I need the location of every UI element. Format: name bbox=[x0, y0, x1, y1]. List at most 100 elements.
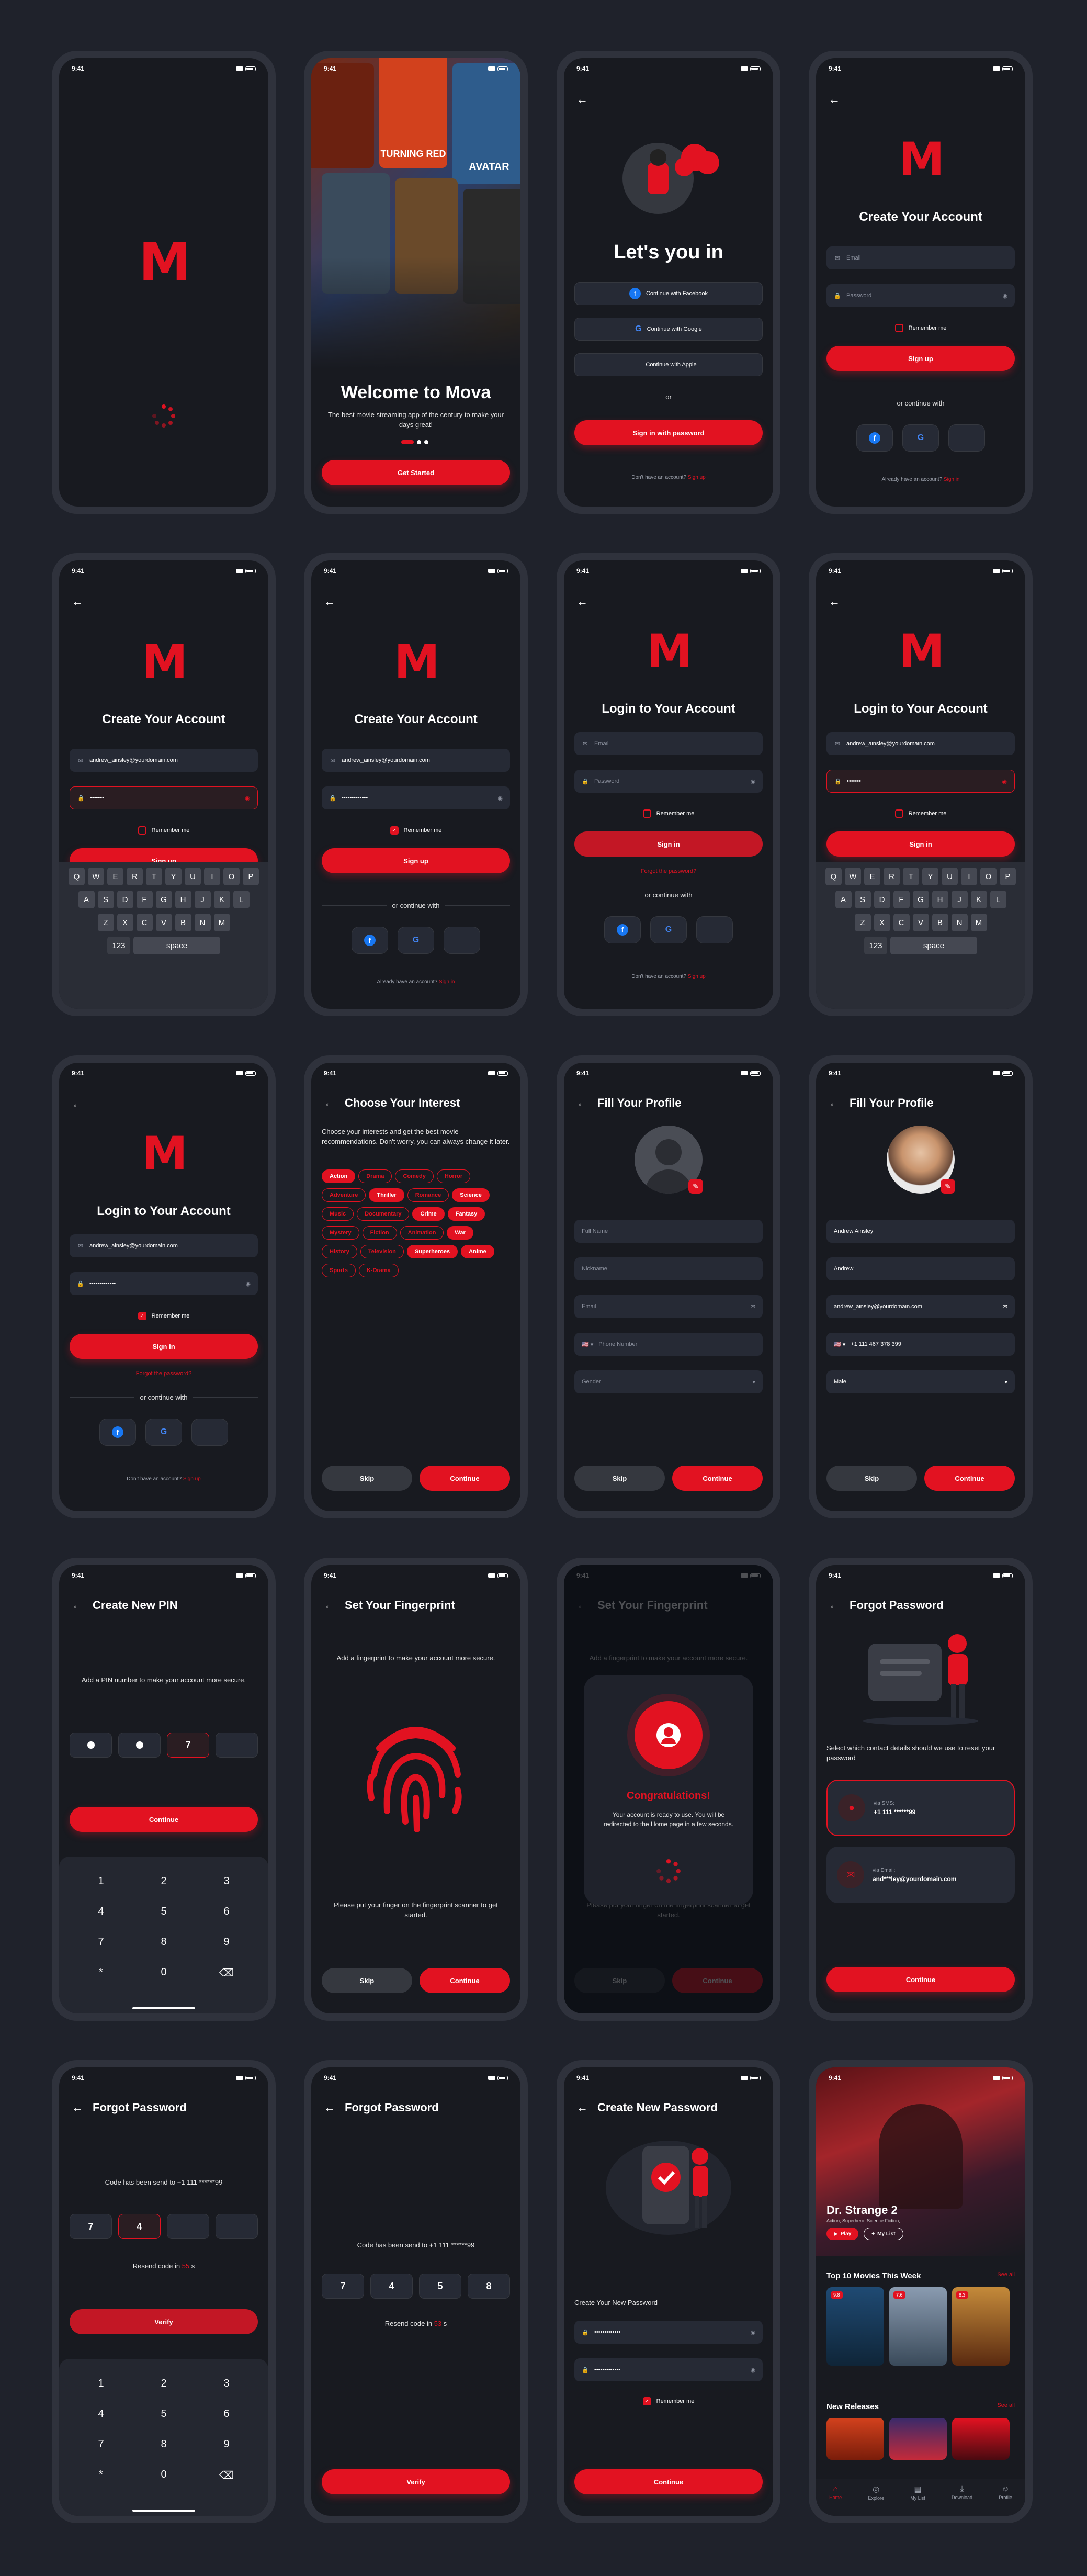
numpad-key-1[interactable]: 1 bbox=[70, 2378, 132, 2390]
key-p[interactable]: P bbox=[243, 868, 259, 885]
back-arrow-icon[interactable]: ← bbox=[72, 596, 83, 608]
key-y[interactable]: Y bbox=[165, 868, 182, 885]
key-z[interactable]: Z bbox=[854, 914, 871, 931]
password-field[interactable]: 🔒 ••••••••••••• ◉ bbox=[322, 786, 510, 809]
email-field[interactable]: ✉ andrew_ainsley@yourdomain.com bbox=[322, 749, 510, 772]
numpad-key-5[interactable]: 5 bbox=[132, 2408, 195, 2420]
key-v[interactable]: V bbox=[912, 914, 929, 931]
interest-chip-horror[interactable]: Horror bbox=[436, 1169, 471, 1183]
interest-chip-drama[interactable]: Drama bbox=[358, 1169, 392, 1183]
tab-home[interactable]: ⌂ Home bbox=[829, 2484, 842, 2500]
interest-chip-music[interactable]: Music bbox=[322, 1207, 354, 1221]
eye-icon[interactable]: ◉ bbox=[750, 2329, 755, 2336]
movie-poster[interactable]: 7.6 bbox=[889, 2287, 947, 2366]
pin-box-1[interactable] bbox=[70, 1733, 112, 1758]
checkbox[interactable] bbox=[894, 809, 903, 818]
pin-boxes[interactable]: 7 bbox=[70, 1733, 258, 1758]
interest-chip-adventure[interactable]: Adventure bbox=[322, 1188, 366, 1202]
otp-box-1[interactable]: 7 bbox=[70, 2214, 112, 2239]
back-arrow-icon[interactable]: ← bbox=[324, 596, 335, 608]
interest-chip-action[interactable]: Action bbox=[322, 1169, 356, 1183]
key-a[interactable]: A bbox=[835, 891, 852, 908]
my-list-button[interactable]: + My List bbox=[864, 2228, 903, 2240]
skip-button[interactable]: Skip bbox=[322, 1968, 412, 1993]
back-arrow-icon[interactable]: ← bbox=[829, 596, 840, 608]
facebook-button[interactable]: f bbox=[99, 1419, 136, 1446]
email-option[interactable]: ✉ via Email: and***ley@yourdomain.com bbox=[826, 1847, 1015, 1903]
movie-poster[interactable]: 8.3 bbox=[952, 2287, 1010, 2366]
skip-button[interactable]: Skip bbox=[574, 1466, 665, 1491]
forgot-password-link[interactable]: Forgot the password? bbox=[564, 868, 773, 874]
key-p[interactable]: P bbox=[1000, 868, 1016, 885]
key-d[interactable]: D bbox=[117, 891, 133, 908]
signup-link[interactable]: Sign up bbox=[688, 475, 706, 480]
key-t[interactable]: T bbox=[903, 868, 919, 885]
key-i[interactable]: I bbox=[961, 868, 977, 885]
back-arrow-icon[interactable]: ← bbox=[576, 94, 588, 105]
edit-pencil-icon[interactable]: ✎ bbox=[688, 1179, 703, 1194]
key-q[interactable]: Q bbox=[825, 868, 842, 885]
password-field[interactable]: 🔒 ••••••••••••• ◉ bbox=[70, 1272, 258, 1295]
continue-button[interactable]: Continue bbox=[420, 1466, 510, 1491]
key-e[interactable]: E bbox=[864, 868, 880, 885]
eye-icon[interactable]: ◉ bbox=[497, 795, 503, 802]
key-w[interactable]: W bbox=[88, 868, 104, 885]
signup-link[interactable]: Sign up bbox=[183, 1476, 201, 1482]
eye-icon[interactable]: ◉ bbox=[750, 2367, 755, 2373]
key-space[interactable]: space bbox=[890, 937, 977, 954]
interest-chip-romance[interactable]: Romance bbox=[407, 1188, 449, 1202]
back-arrow-icon[interactable]: ← bbox=[829, 1599, 840, 1612]
email-field[interactable]: ✉ andrew_ainsley@yourdomain.com bbox=[70, 1234, 258, 1257]
interest-chip-crime[interactable]: Crime bbox=[412, 1207, 445, 1221]
tab-my-list[interactable]: ▤ My List bbox=[910, 2484, 925, 2501]
key-f[interactable]: F bbox=[136, 891, 153, 908]
eye-icon[interactable]: ◉ bbox=[245, 1280, 251, 1287]
key-x[interactable]: X bbox=[874, 914, 890, 931]
numpad-key-2[interactable]: 2 bbox=[132, 1875, 195, 1887]
numpad-key-9[interactable]: 9 bbox=[195, 1936, 258, 1948]
email-field[interactable]: ✉ Email bbox=[826, 246, 1015, 269]
remember-me[interactable]: ✓ Remember me bbox=[59, 1312, 268, 1320]
otp-boxes[interactable]: 7458 bbox=[322, 2274, 510, 2299]
google-button[interactable]: G bbox=[650, 916, 687, 943]
checkbox-checked[interactable]: ✓ bbox=[138, 1312, 146, 1320]
eye-icon[interactable]: ◉ bbox=[245, 795, 250, 802]
tab-explore[interactable]: ◎ Explore bbox=[868, 2484, 884, 2501]
back-arrow-icon[interactable]: ← bbox=[324, 2101, 335, 2114]
otp-box-3[interactable]: 5 bbox=[419, 2274, 461, 2299]
checkbox[interactable] bbox=[894, 324, 903, 332]
facebook-button[interactable]: f bbox=[856, 424, 893, 452]
key-t[interactable]: T bbox=[146, 868, 162, 885]
backspace-icon[interactable]: ⌫ bbox=[195, 2469, 258, 2482]
key-k[interactable]: K bbox=[213, 891, 230, 908]
sms-option[interactable]: ● via SMS: +1 111 ******99 bbox=[826, 1780, 1015, 1836]
apple-button[interactable]: Continue with Apple bbox=[574, 353, 763, 376]
remember-me[interactable]: Remember me bbox=[564, 809, 773, 818]
tab-profile[interactable]: ☺ Profile bbox=[999, 2484, 1012, 2500]
numpad-key-4[interactable]: 4 bbox=[70, 2408, 132, 2420]
continue-button[interactable]: Continue bbox=[420, 1968, 510, 1993]
key-l[interactable]: L bbox=[990, 891, 1006, 908]
key-o[interactable]: O bbox=[980, 868, 997, 885]
key-w[interactable]: W bbox=[845, 868, 861, 885]
continue-button[interactable]: Continue bbox=[70, 1807, 258, 1832]
skip-button[interactable]: Skip bbox=[826, 1466, 917, 1491]
key-u[interactable]: U bbox=[185, 868, 201, 885]
numpad-key-3[interactable]: 3 bbox=[195, 2378, 258, 2390]
back-arrow-icon[interactable]: ← bbox=[576, 596, 588, 608]
numpad-key-star[interactable]: * bbox=[70, 1966, 132, 1978]
verify-button[interactable]: Verify bbox=[322, 2469, 510, 2494]
otp-box-2[interactable]: 4 bbox=[118, 2214, 161, 2239]
key-s[interactable]: S bbox=[854, 891, 871, 908]
key-numbers[interactable]: 123 bbox=[864, 937, 887, 954]
phone-field[interactable]: 🇺🇸 ▾ Phone Number bbox=[574, 1333, 763, 1356]
back-arrow-icon[interactable]: ← bbox=[324, 1599, 335, 1612]
apple-button[interactable] bbox=[191, 1419, 228, 1446]
checkbox-checked[interactable]: ✓ bbox=[642, 2397, 651, 2405]
get-started-button[interactable]: Get Started bbox=[322, 460, 510, 485]
interest-chip-sports[interactable]: Sports bbox=[322, 1264, 356, 1277]
numpad-key-4[interactable]: 4 bbox=[70, 1906, 132, 1918]
movie-poster[interactable] bbox=[952, 2418, 1010, 2460]
numpad-key-8[interactable]: 8 bbox=[132, 1936, 195, 1948]
fullname-field[interactable]: Full Name bbox=[574, 1220, 763, 1243]
